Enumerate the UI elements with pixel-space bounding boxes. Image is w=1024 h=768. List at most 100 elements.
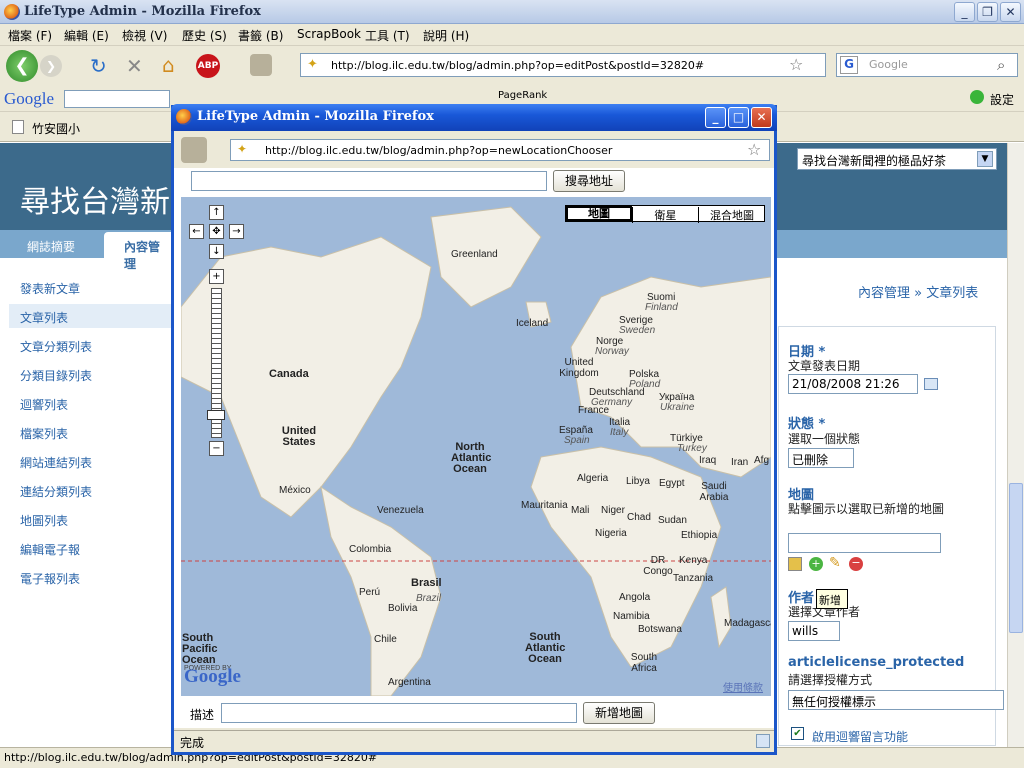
settings-button[interactable]: 設定 — [990, 91, 1014, 108]
bookmark-star-icon[interactable]: ☆ — [789, 55, 803, 74]
map-label-chile: Chile — [374, 634, 397, 645]
search-address-button[interactable]: 搜尋地址 — [553, 170, 625, 192]
menu-file[interactable]: 檔案 (F) — [8, 27, 52, 44]
sidebar-item-new-post[interactable]: 發表新文章 — [20, 280, 80, 297]
reload-icon[interactable]: ↻ — [90, 54, 107, 78]
popup-maximize-button[interactable]: □ — [728, 107, 749, 128]
sidebar-item-maps[interactable]: 地圖列表 — [20, 512, 68, 529]
sidebar-item-categories[interactable]: 文章分類列表 — [20, 338, 92, 355]
sidebar-item-comments[interactable]: 迴響列表 — [20, 396, 68, 413]
pan-right-button[interactable]: → — [229, 224, 244, 239]
map-input[interactable] — [788, 533, 941, 553]
popup-title: LifeType Admin - Mozilla Firefox — [197, 109, 434, 124]
pagerank-label[interactable]: PageRank — [498, 90, 547, 101]
status-green-icon — [970, 90, 984, 104]
scrollbar-thumb[interactable] — [1009, 483, 1023, 633]
popup-status-text: 完成 — [180, 736, 205, 750]
author-select[interactable]: wills — [788, 621, 840, 641]
stop-icon[interactable]: ✕ — [126, 54, 143, 78]
map-label-saudi: Saudi Arabia — [699, 481, 729, 503]
google-toolbar-input[interactable] — [64, 90, 170, 108]
back-icon[interactable]: ❮ — [6, 50, 38, 82]
map-label-niger: Niger — [601, 505, 625, 516]
zoom-out-button[interactable]: − — [209, 441, 224, 456]
zoom-slider-thumb[interactable] — [207, 410, 225, 420]
sidebar-item-files[interactable]: 檔案列表 — [20, 425, 68, 442]
sidebar-item-link-categories[interactable]: 連結分類列表 — [20, 483, 92, 500]
zoom-in-button[interactable]: + — [209, 269, 224, 284]
chevron-down-icon[interactable]: ▼ — [977, 151, 993, 167]
calendar-icon[interactable] — [924, 378, 938, 390]
menu-scrapbook[interactable]: ScrapBook — [297, 27, 361, 41]
popup-minimize-button[interactable]: _ — [705, 107, 726, 128]
pan-center-button[interactable]: ✥ — [209, 224, 224, 239]
remove-icon[interactable]: − — [849, 557, 863, 571]
license-sublabel: 請選擇授權方式 — [788, 673, 873, 687]
window-titlebar: LifeType Admin - Mozilla Firefox _ ❐ ✕ — [0, 0, 1024, 24]
map-label-kenya: Kenya — [679, 555, 708, 566]
map-label-algeria: Algeria — [577, 473, 609, 484]
minimize-button[interactable]: _ — [954, 2, 975, 22]
sidebar-item-directory[interactable]: 分類目錄列表 — [20, 367, 92, 384]
pan-up-button[interactable]: ↑ — [209, 205, 224, 220]
popup-close-button[interactable]: ✕ — [751, 107, 772, 128]
map-view[interactable]: Greenland Iceland Canada United States M… — [181, 197, 771, 696]
sidebar-item-newsletters[interactable]: 電子報列表 — [20, 570, 80, 587]
menu-history[interactable]: 歷史 (S) — [182, 27, 227, 44]
bookmark-item[interactable]: 竹安國小 — [32, 120, 80, 137]
map-label-us: United States — [281, 425, 317, 448]
license-select[interactable]: 無任何授權標示 — [788, 690, 1004, 710]
popup-url-bar: ✦ http://blog.ilc.edu.tw/blog/admin.php?… — [230, 139, 770, 161]
tab-summary[interactable]: 網誌摘要 — [27, 238, 75, 255]
add-icon[interactable]: + — [809, 557, 823, 571]
add-map-button[interactable]: 新增地圖 — [583, 702, 655, 724]
map-type-hybrid[interactable]: 混合地圖 — [698, 207, 765, 223]
extension-icon[interactable] — [250, 54, 272, 76]
edit-icon[interactable]: ✎ — [829, 555, 841, 571]
map-label-canada: Canada — [269, 368, 309, 380]
map-type-map[interactable]: 地圖 — [566, 206, 632, 221]
home-icon[interactable]: ⌂ — [162, 53, 175, 77]
menu-bookmarks[interactable]: 書籤 (B) — [238, 27, 283, 44]
search-placeholder: Google — [869, 58, 908, 71]
comments-checkbox[interactable]: ✔ — [791, 727, 804, 740]
map-label-italy-en: Italy — [610, 427, 629, 438]
date-sublabel: 文章發表日期 — [788, 359, 861, 373]
popup-url-text: http://blog.ilc.edu.tw/blog/admin.php?op… — [265, 144, 613, 157]
page-scrollbar[interactable] — [1007, 143, 1024, 747]
map-label-afg: Afg — [754, 455, 770, 466]
map-label-egypt: Egypt — [659, 478, 685, 489]
sidebar-item-links[interactable]: 網站連結列表 — [20, 454, 92, 471]
blog-select[interactable]: 尋找台灣新聞裡的極品好茶 ▼ — [797, 148, 997, 170]
menu-tools[interactable]: 工具 (T) — [365, 27, 410, 44]
popup-titlebar: LifeType Admin - Mozilla Firefox _ □ ✕ — [171, 104, 777, 131]
sidebar-item-edit-newsletter[interactable]: 編輯電子報 — [20, 541, 80, 558]
menu-help[interactable]: 說明 (H) — [423, 27, 469, 44]
date-input[interactable]: 21/08/2008 21:26 — [788, 374, 918, 394]
pan-down-button[interactable]: ↓ — [209, 244, 224, 259]
menu-view[interactable]: 檢視 (V) — [122, 27, 167, 44]
map-label-finland-en: Finland — [645, 302, 678, 313]
pan-left-button[interactable]: ← — [189, 224, 204, 239]
search-icon[interactable]: ⌕ — [997, 56, 1005, 74]
map-label-mauritania: Mauritania — [521, 500, 568, 511]
description-input[interactable] — [221, 703, 577, 723]
forward-icon[interactable]: ❯ — [40, 55, 62, 77]
url-bar[interactable]: ✦ http://blog.ilc.edu.tw/blog/admin.php?… — [300, 53, 826, 77]
adblock-icon[interactable]: ABP — [196, 54, 220, 78]
map-label-brazil: Brazil — [416, 593, 442, 604]
terms-link[interactable]: 使用條款 — [723, 683, 763, 694]
map-select-icon[interactable] — [788, 557, 802, 571]
menu-edit[interactable]: 編輯 (E) — [64, 27, 109, 44]
map-label-botswana: Botswana — [638, 624, 682, 635]
status-select[interactable]: 已刪除 — [788, 448, 854, 468]
address-search-input[interactable] — [191, 171, 547, 191]
map-type-satellite[interactable]: 衛星 — [632, 207, 698, 223]
maximize-button[interactable]: ❐ — [977, 2, 998, 22]
search-input[interactable]: G Google ⌕ — [836, 53, 1018, 77]
google-engine-icon[interactable]: G — [840, 56, 858, 74]
close-button[interactable]: ✕ — [1000, 2, 1021, 22]
map-label-nao: North Atlantic Ocean — [451, 441, 492, 475]
map-label-brasil: Brasil — [411, 577, 442, 589]
sidebar-item-posts[interactable]: 文章列表 — [20, 309, 68, 326]
